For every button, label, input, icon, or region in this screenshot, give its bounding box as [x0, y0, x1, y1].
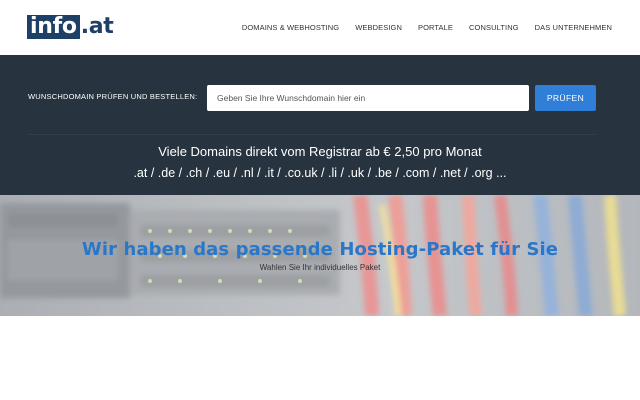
hero-subtitle: Wahlen Sie Ihr individuelles Paket	[259, 263, 381, 272]
domain-price-tagline: Viele Domains direkt vom Registrar ab € …	[158, 144, 482, 159]
hero-title: Wir haben das passende Hosting-Paket für…	[81, 239, 559, 260]
tld-list: .at / .de / .ch / .eu / .nl / .it / .co.…	[133, 166, 507, 180]
logo-domain-text: .at	[80, 14, 114, 39]
domain-search-input[interactable]	[207, 85, 529, 111]
nav-item-webdesign[interactable]: WEBDESIGN	[355, 23, 402, 32]
nav-item-portale[interactable]: PORTALE	[418, 23, 453, 32]
main-nav: DOMAINS & WEBHOSTING WEBDESIGN PORTALE C…	[242, 0, 640, 55]
site-logo[interactable]: info .at	[27, 15, 114, 39]
domain-check-label: WUNSCHDOMAIN PRÜFEN UND BESTELLEN:	[28, 92, 198, 101]
site-header: info .at DOMAINS & WEBHOSTING WEBDESIGN P…	[0, 0, 640, 55]
nav-item-das-unternehmen[interactable]: DAS UNTERNEHMEN	[535, 23, 612, 32]
section-divider	[28, 134, 596, 135]
check-domain-button[interactable]: PRÜFEN	[535, 85, 596, 111]
logo-box-text: info	[27, 15, 80, 39]
nav-item-domains-webhosting[interactable]: DOMAINS & WEBHOSTING	[242, 23, 339, 32]
nav-item-consulting[interactable]: CONSULTING	[469, 23, 519, 32]
domain-check-section: WUNSCHDOMAIN PRÜFEN UND BESTELLEN: PRÜFE…	[0, 55, 640, 195]
hosting-hero-banner: Wir haben das passende Hosting-Paket für…	[0, 195, 640, 316]
